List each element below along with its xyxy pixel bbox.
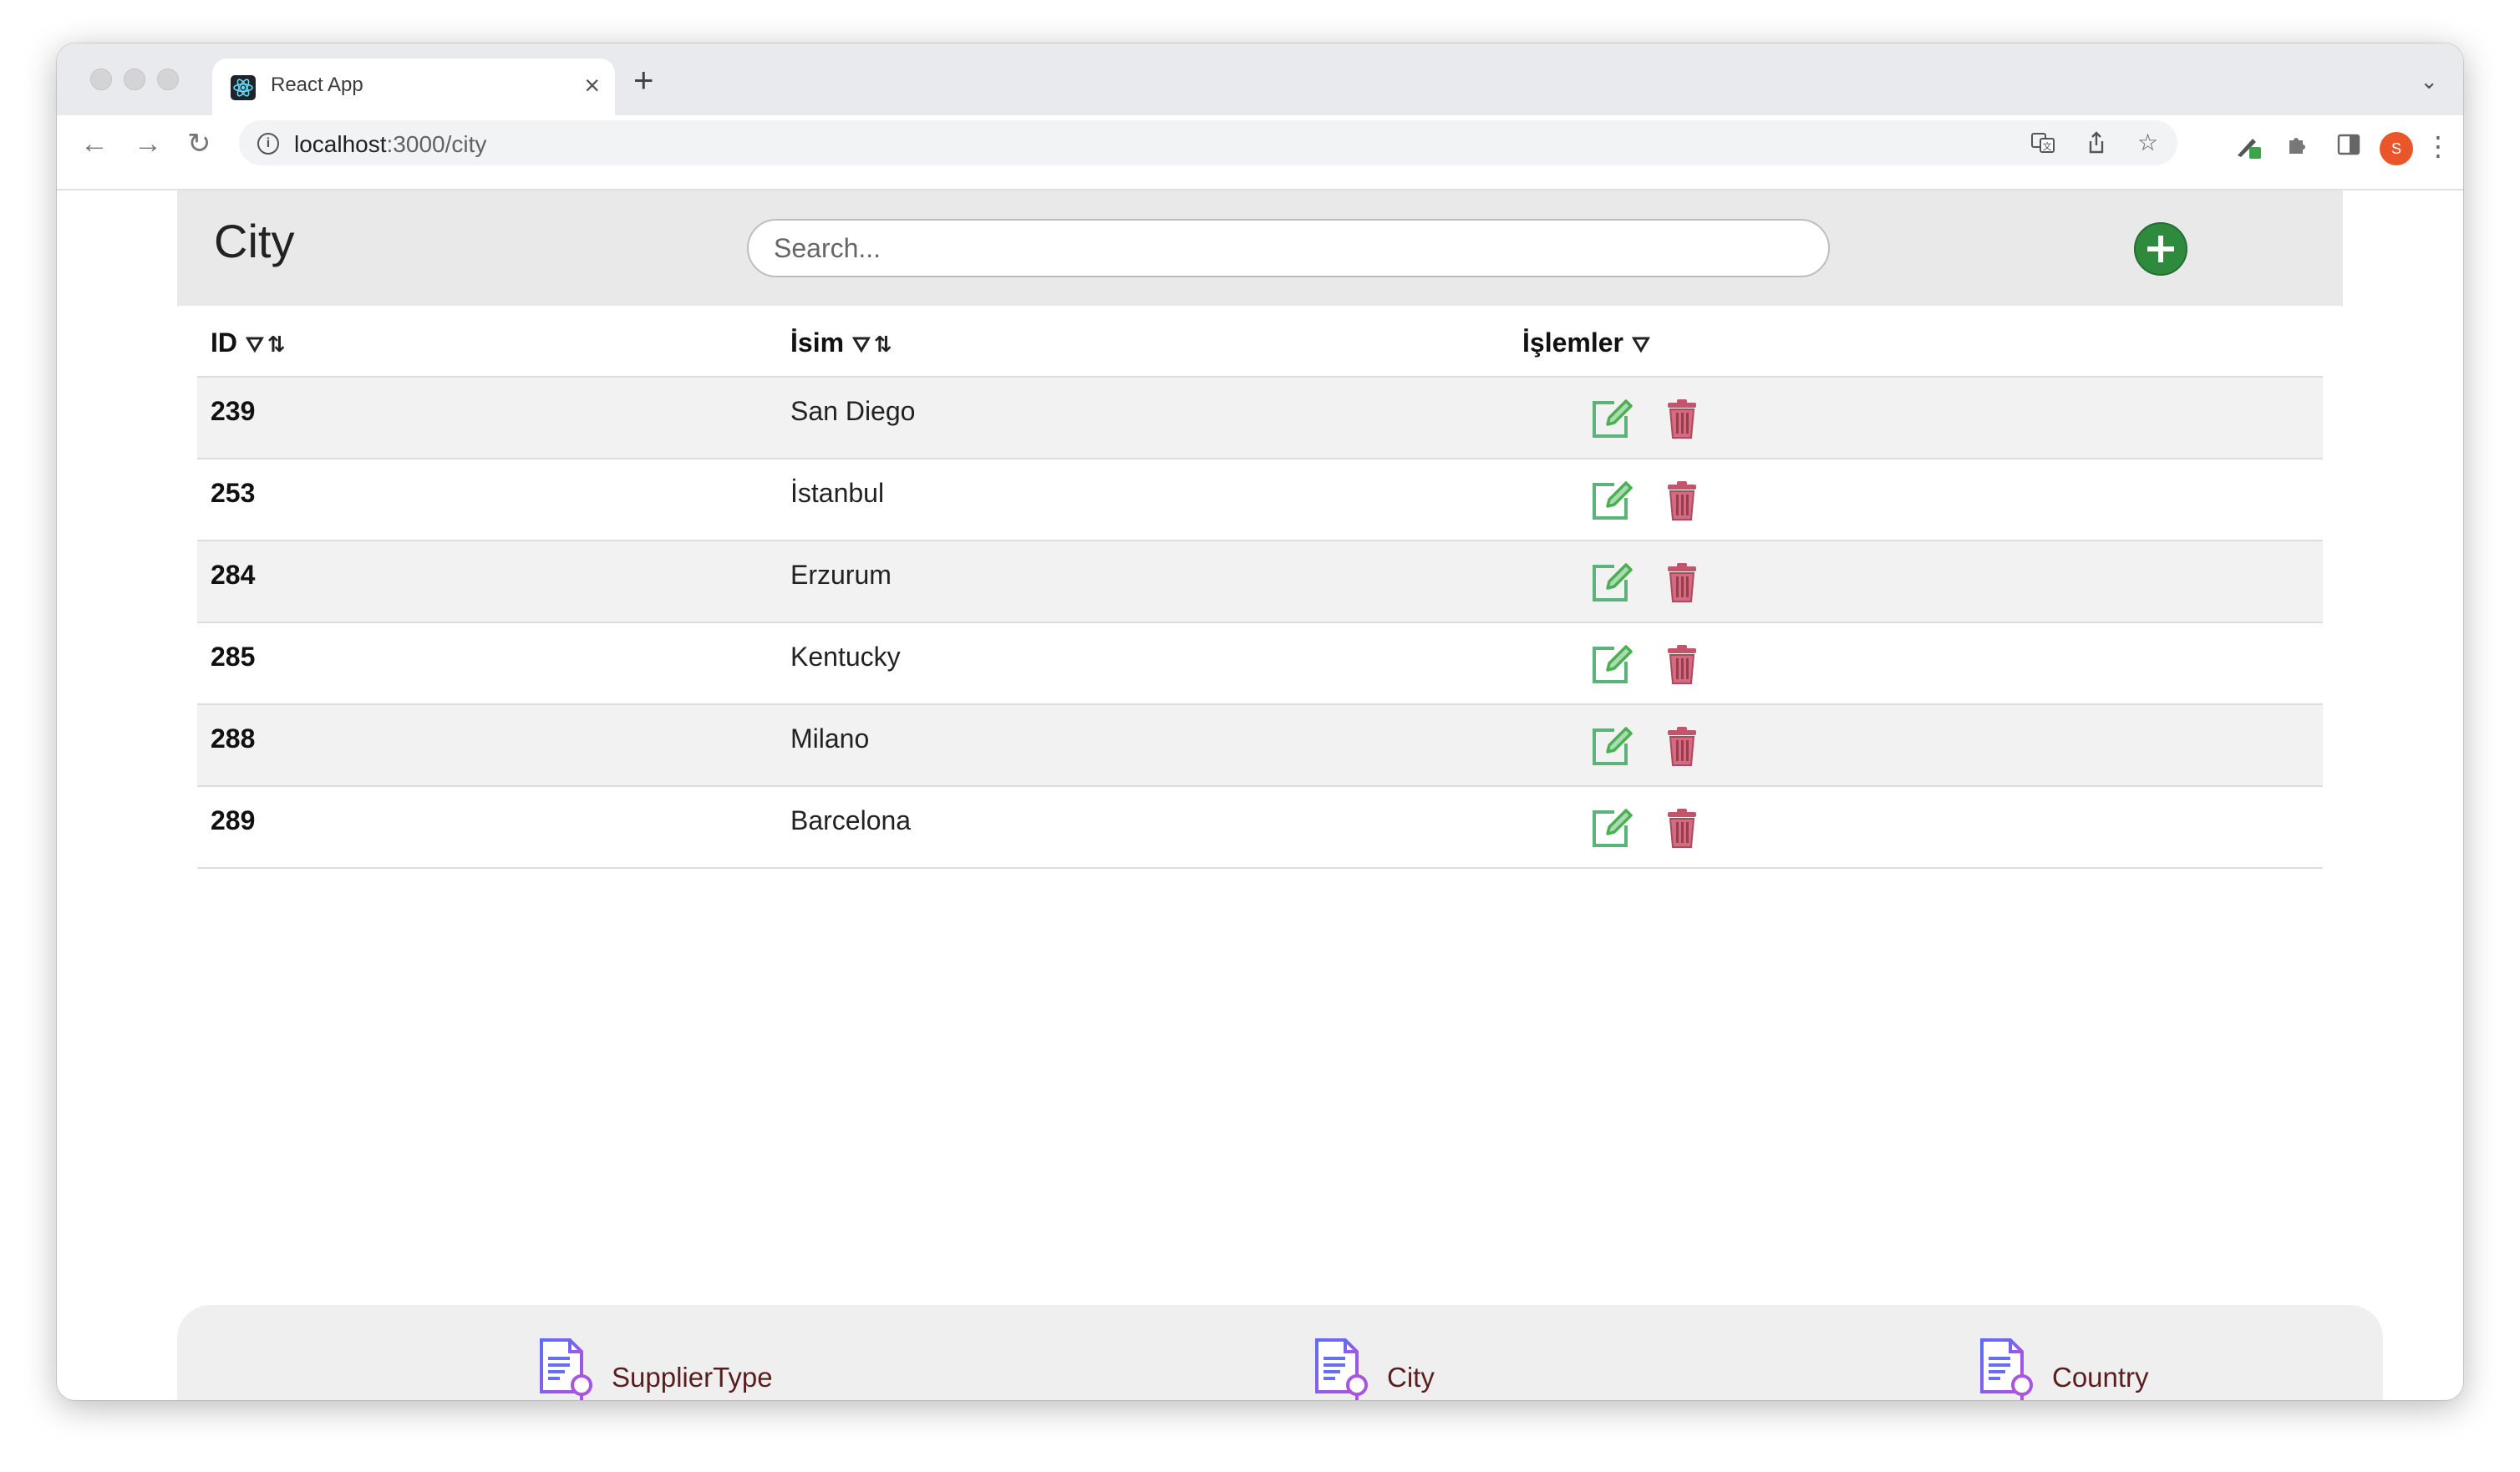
city-table: ID ⛛ ⇅ İsim ⛛ ⇅ İşlemler ⛛ 239 San Diego 253 İst… — [197, 307, 2323, 869]
edit-icon[interactable] — [1589, 560, 1634, 605]
table-row: 284 Erzurum — [197, 541, 2323, 623]
plus-circle-icon — [2147, 236, 2174, 262]
document-search-icon — [540, 1338, 592, 1400]
tab-close-icon[interactable]: × — [584, 70, 600, 100]
edit-icon[interactable] — [1589, 396, 1634, 441]
cell-id: 288 — [211, 723, 256, 754]
trash-icon[interactable] — [1664, 480, 1699, 521]
cell-id: 284 — [211, 560, 256, 590]
trash-icon[interactable] — [1664, 807, 1699, 849]
tab-strip: React App × + ⌄ — [57, 43, 2463, 115]
cell-name: Erzurum — [790, 560, 892, 590]
column-header-name[interactable]: İsim ⛛ ⇅ — [790, 327, 892, 358]
site-info-icon[interactable]: i — [257, 133, 279, 155]
page-content: City ID⛛⇅ İsim⛛⇅ İşlemler⛛ 239San Diego2… — [57, 190, 2463, 1400]
column-label: ID — [211, 327, 237, 358]
sort-icon[interactable]: ⇅ — [874, 332, 892, 357]
page-header: City — [177, 190, 2343, 306]
url-host: localhost — [294, 131, 387, 157]
trash-icon[interactable] — [1664, 398, 1699, 439]
nav-label: SupplierType — [612, 1362, 773, 1393]
cell-id: 239 — [211, 396, 256, 426]
filter-icon[interactable]: ⛛ — [852, 332, 871, 357]
browser-tab[interactable]: React App × — [212, 58, 615, 115]
filter-icon[interactable]: ⛛ — [246, 332, 264, 357]
cell-id: 285 — [211, 642, 256, 672]
nav-label: Country — [2052, 1362, 2149, 1393]
cell-name: Barcelona — [790, 805, 912, 835]
cell-id: 253 — [211, 478, 256, 508]
tab-title: React App — [271, 74, 363, 96]
cell-name: İstanbul — [790, 478, 885, 508]
url-path: :3000/city — [386, 131, 487, 157]
trash-icon[interactable] — [1664, 561, 1699, 603]
edit-icon[interactable] — [1589, 478, 1634, 523]
cell-id: 289 — [211, 805, 256, 835]
table-header: ID ⛛ ⇅ İsim ⛛ ⇅ İşlemler ⛛ — [197, 307, 2323, 378]
tab-search-chevron-icon[interactable]: ⌄ — [2420, 69, 2438, 94]
forward-arrow-icon[interactable]: → — [134, 127, 162, 160]
svg-text:文: 文 — [2043, 140, 2052, 152]
document-search-icon — [1980, 1338, 2033, 1400]
trash-icon[interactable] — [1664, 725, 1699, 767]
more-menu-icon[interactable]: ⋮ — [2425, 130, 2451, 162]
table-row: 239 San Diego — [197, 378, 2323, 459]
extension-pen-icon[interactable] — [2234, 132, 2263, 165]
extensions-puzzle-icon[interactable] — [2284, 132, 2309, 162]
add-city-button[interactable] — [2134, 222, 2187, 276]
address-bar[interactable]: i localhost:3000/city 文 ☆ — [239, 120, 2177, 165]
sort-icon[interactable]: ⇅ — [267, 332, 286, 357]
browser-toolbar: ← → ↻ i localhost:3000/city 文 ☆ S ⋮ — [57, 115, 2463, 190]
cell-name: Milano — [790, 723, 870, 754]
translate-icon[interactable]: 文 — [2030, 130, 2055, 160]
search-input[interactable] — [747, 219, 1830, 277]
table-row: 289 Barcelona — [197, 787, 2323, 869]
reload-icon[interactable]: ↻ — [187, 127, 211, 160]
share-icon[interactable] — [2084, 130, 2109, 160]
table-body: 239 San Diego 253 İstanbul 284 Erzurum 285 Kent… — [197, 378, 2323, 869]
column-header-id[interactable]: ID ⛛ ⇅ — [211, 327, 286, 358]
cell-name: Kentucky — [790, 642, 901, 672]
column-label: İsim — [790, 327, 845, 358]
bookmark-star-icon[interactable]: ☆ — [2137, 130, 2158, 155]
column-label: İşlemler — [1522, 327, 1623, 358]
edit-icon[interactable] — [1589, 642, 1634, 687]
table-row: 253 İstanbul — [197, 459, 2323, 541]
window-minimize-dot[interactable] — [124, 69, 145, 90]
back-arrow-icon[interactable]: ← — [80, 127, 109, 160]
window-zoom-dot[interactable] — [157, 69, 179, 90]
side-panel-icon[interactable] — [2336, 132, 2361, 162]
nav-label: City — [1387, 1362, 1435, 1393]
url-text[interactable]: localhost:3000/city — [294, 131, 486, 158]
edit-icon[interactable] — [1589, 723, 1634, 769]
document-search-icon — [1315, 1338, 1368, 1400]
window-close-dot[interactable] — [90, 69, 112, 90]
filter-icon[interactable]: ⛛ — [1632, 332, 1650, 357]
trash-icon[interactable] — [1664, 643, 1699, 685]
page-title: City — [214, 215, 295, 267]
profile-avatar[interactable]: S — [2380, 132, 2413, 165]
react-favicon-icon — [231, 75, 256, 100]
new-tab-button[interactable]: + — [633, 63, 654, 98]
table-row: 285 Kentucky — [197, 623, 2323, 705]
browser-window: React App × + ⌄ ← → ↻ i localhost:3000/c… — [57, 43, 2463, 1400]
column-header-actions[interactable]: İşlemler ⛛ — [1522, 327, 1650, 358]
edit-icon[interactable] — [1589, 805, 1634, 850]
bottom-navigation: SupplierType City Country — [177, 1305, 2383, 1400]
table-row: 288 Milano — [197, 705, 2323, 787]
cell-name: San Diego — [790, 396, 916, 426]
